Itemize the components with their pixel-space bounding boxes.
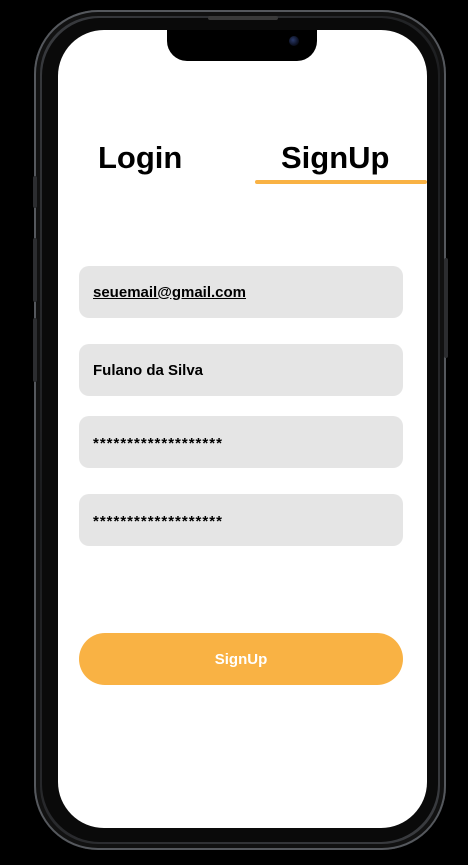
top-speaker — [208, 16, 278, 20]
password-field-value: ******************* — [93, 434, 223, 452]
volume-down-button — [33, 318, 37, 382]
tab-login[interactable]: Login — [98, 140, 182, 176]
confirm-password-field[interactable]: ******************* — [79, 494, 403, 546]
volume-up-button — [33, 238, 37, 302]
password-field[interactable]: ******************* — [79, 416, 403, 468]
email-field[interactable]: seuemail@gmail.com — [79, 266, 403, 318]
front-camera-icon — [289, 36, 299, 46]
mute-switch — [33, 176, 37, 208]
power-button — [444, 258, 448, 358]
name-field-value: Fulano da Silva — [93, 361, 204, 379]
name-field[interactable]: Fulano da Silva — [79, 344, 403, 396]
active-tab-indicator — [255, 180, 427, 184]
app-screen: Login SignUp seuemail@gmail.com Fulano d… — [58, 30, 427, 828]
confirm-password-field-value: ******************* — [93, 512, 223, 530]
tab-signup[interactable]: SignUp — [281, 140, 390, 176]
signup-button-label: SignUp — [214, 650, 268, 668]
signup-button[interactable]: SignUp — [79, 633, 403, 685]
email-field-value: seuemail@gmail.com — [93, 283, 247, 301]
device-stage: Login SignUp seuemail@gmail.com Fulano d… — [0, 0, 468, 865]
notch — [167, 30, 317, 61]
